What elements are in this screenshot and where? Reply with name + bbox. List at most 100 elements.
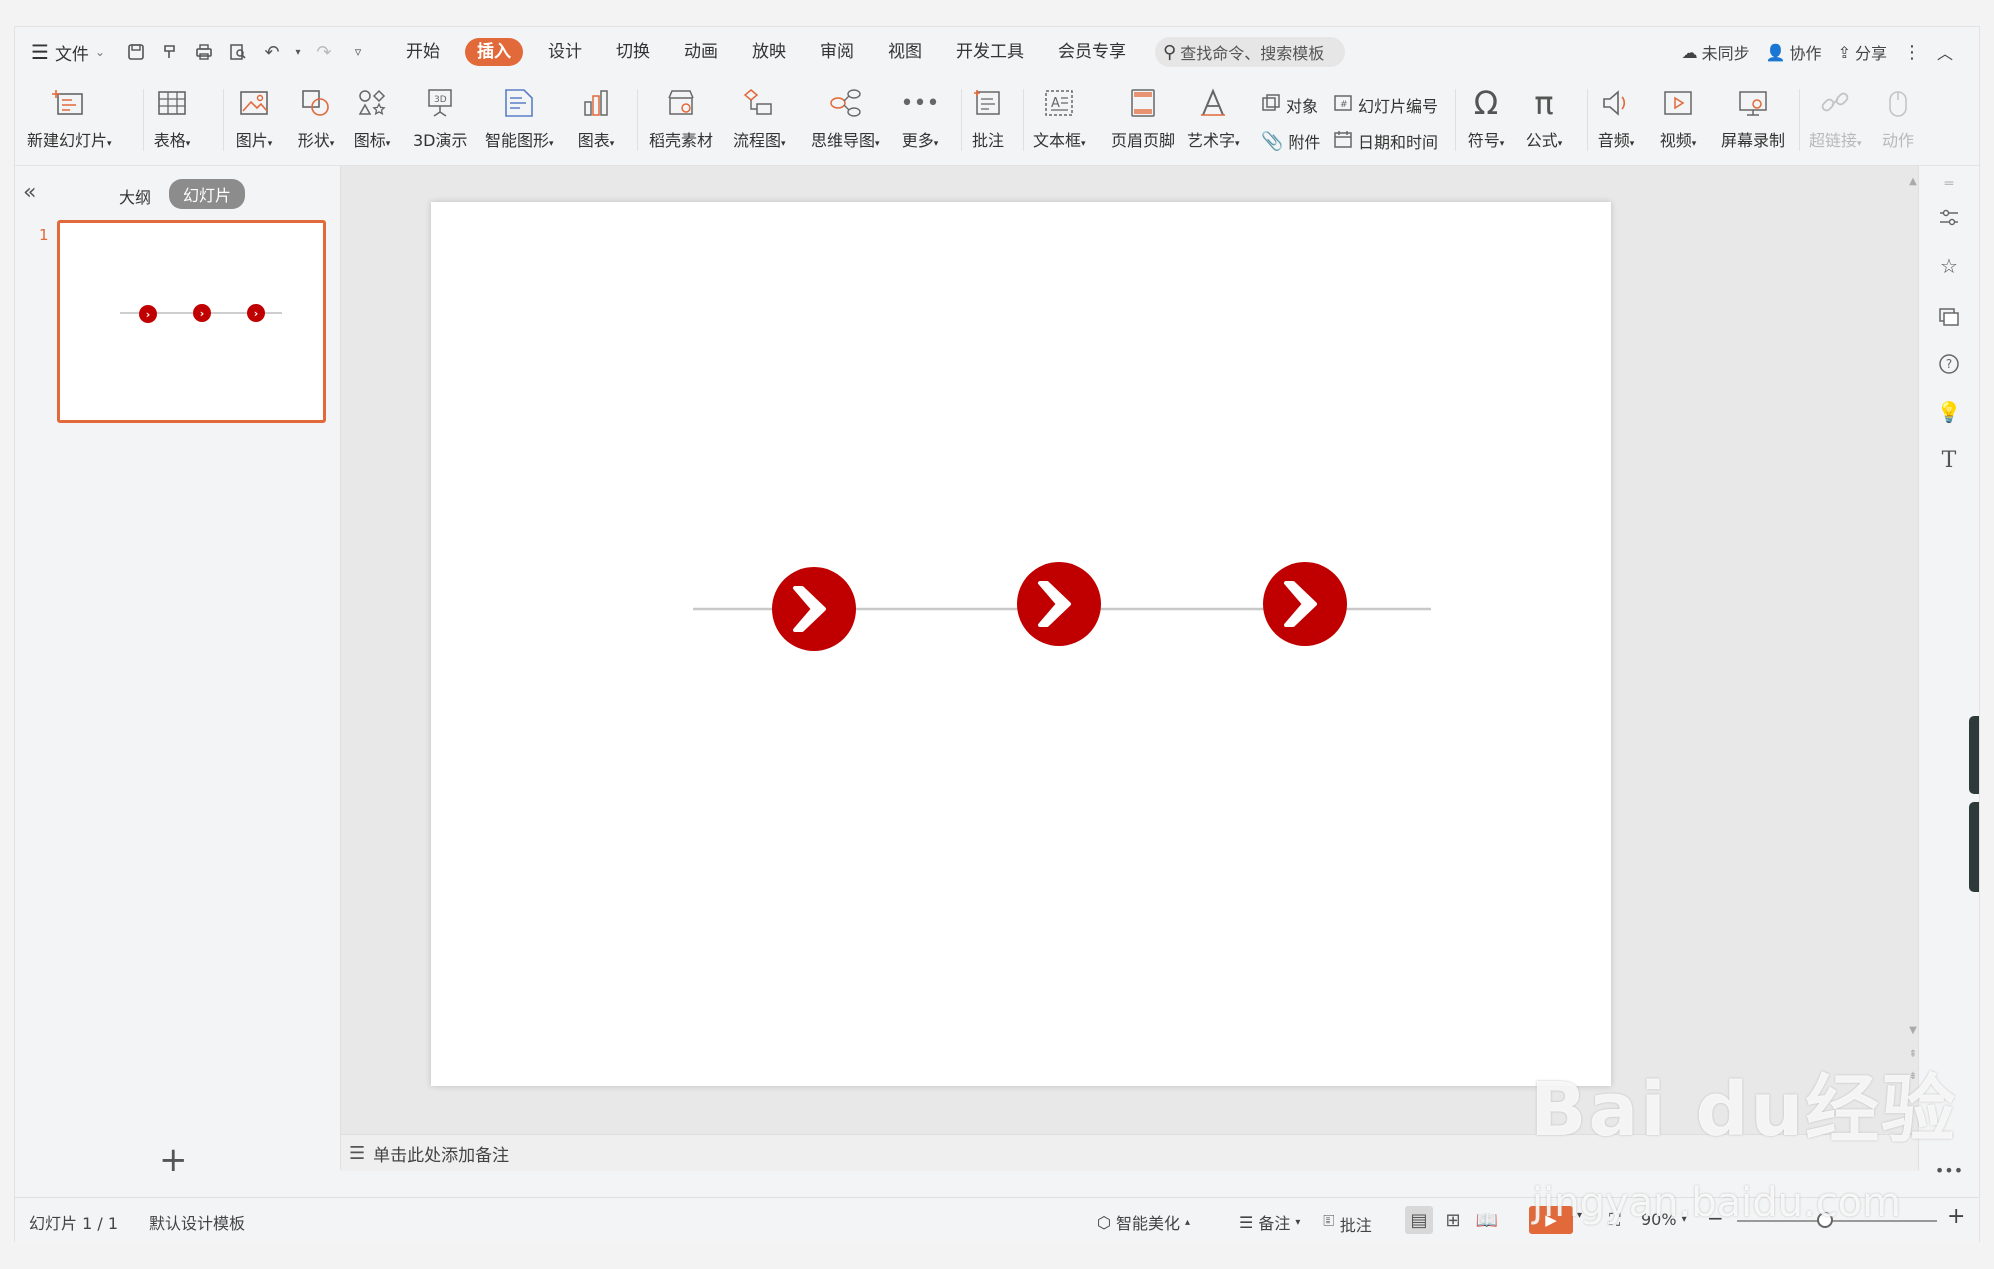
tab-transition[interactable]: 切换 [599,37,667,67]
shape-button[interactable]: 形状▾ [297,83,335,151]
smartart-button[interactable]: 智能图形▾ [485,83,554,151]
tab-review[interactable]: 审阅 [803,37,871,67]
picture-label: 图片 [235,131,268,150]
action-button[interactable]: 动作 [1879,83,1917,151]
tab-slides[interactable]: 幻灯片 [169,179,246,209]
collapse-panel-icon[interactable]: « [23,180,36,205]
collapse-ribbon-icon[interactable]: ︿ [1937,40,1953,64]
video-icon [1659,83,1697,123]
help-icon[interactable]: ? [1935,350,1963,378]
textbox-icon: A [1040,83,1078,123]
tab-animation[interactable]: 动画 [667,37,735,67]
symbol-button[interactable]: Ω 符号▾ [1467,83,1505,151]
tab-insert[interactable]: 插入 [465,38,523,66]
tab-view[interactable]: 视图 [871,37,939,67]
slide-number-icon: # [1333,93,1353,117]
comment-toggle-button[interactable]: 🗉 批注 [1323,1210,1372,1237]
formula-button[interactable]: π 公式▾ [1525,83,1563,151]
hyperlink-button[interactable]: 超链接▾ [1809,83,1862,151]
chevron-down-icon[interactable]: ▾ [293,39,303,65]
header-footer-button[interactable]: 页眉页脚 [1111,83,1175,151]
text-format-icon[interactable]: T [1935,446,1963,474]
tab-outline[interactable]: 大纲 [119,184,151,208]
slide-canvas[interactable] [431,202,1611,1086]
editing-canvas: ▲ ▼ ⇞ ⇟ ☰ 单击此处添加备注 [341,166,1921,1171]
screen-record-button[interactable]: 屏幕录制 [1721,83,1785,151]
zoom-in-button[interactable]: + [1947,1204,1965,1229]
arrow-circle-3[interactable] [1263,562,1347,646]
star-icon[interactable]: ☆ [1935,252,1963,280]
more-button[interactable]: ••• 更多▾ [901,83,940,151]
format-painter-icon[interactable] [157,39,183,65]
picture-button[interactable]: 图片▾ [235,83,273,151]
pi-icon: π [1534,84,1554,122]
icon-button[interactable]: 图标▾ [353,83,391,151]
notes-placeholder: 单击此处添加备注 [373,1145,510,1166]
slide-content [693,562,1431,651]
comment-button[interactable]: 批注 [969,83,1007,151]
new-slide-button[interactable]: 新建幻灯片▾ [27,83,112,151]
audio-button[interactable]: 音频▾ [1597,83,1635,151]
share-button[interactable]: ⇪ 分享 [1838,40,1887,64]
lightbulb-icon[interactable]: 💡 [1935,398,1963,426]
print-preview-icon[interactable] [225,39,251,65]
sync-button[interactable]: ☁ 未同步 [1682,40,1750,64]
table-icon [153,83,191,123]
search-icon: ⚲ [1163,41,1177,63]
omega-icon: Ω [1473,84,1499,122]
picture-icon [235,83,273,123]
slide-thumbnail[interactable]: › › › [57,220,326,423]
video-button[interactable]: 视频▾ [1659,83,1697,151]
normal-view-button[interactable]: ▤ [1405,1206,1433,1234]
textbox-button[interactable]: A 文本框▾ [1033,83,1086,151]
collaborate-button[interactable]: 👤 协作 [1766,40,1822,64]
tab-design[interactable]: 设计 [531,37,599,67]
reading-view-button[interactable]: 📖 [1473,1206,1501,1234]
undo-icon[interactable]: ↶ [259,39,285,65]
object-button[interactable]: 对象 [1261,93,1318,117]
wordart-button[interactable]: 艺术字▾ [1187,83,1240,151]
save-icon[interactable] [123,39,149,65]
slide-sorter-button[interactable]: ⊞ [1439,1206,1467,1234]
attachment-button[interactable]: 📎 附件 [1261,129,1320,153]
properties-icon[interactable] [1935,204,1963,232]
thumb-circle-1: › [139,305,157,323]
drag-handle-icon[interactable]: ═ [1935,170,1963,198]
side-drag-tab-1[interactable] [1969,716,1979,794]
tab-member[interactable]: 会员专享 [1041,37,1143,67]
side-drag-tab-2[interactable] [1969,802,1979,892]
datetime-button[interactable]: 日期和时间 [1333,129,1438,153]
file-menu[interactable]: ☰ 文件 ⌄ [31,37,105,67]
chart-label: 图表 [577,131,610,150]
more-vertical-icon[interactable]: ⋮ [1903,42,1921,63]
notes-toggle-button[interactable]: ☰ 备注 ▾ [1239,1210,1300,1234]
print-icon[interactable] [191,39,217,65]
beautify-button[interactable]: ⬡ 智能美化 ▴ [1097,1210,1190,1234]
3d-demo-button[interactable]: 3D 3D演示 [413,83,468,151]
slide-thumbnail-number: 1 [39,226,49,244]
stock-material-button[interactable]: 稻壳素材 [649,83,713,151]
object-label: 对象 [1286,97,1319,116]
more-horizontal-icon[interactable]: ••• [1935,1156,1963,1184]
redo-icon[interactable]: ↷ [311,39,337,65]
add-slide-button[interactable]: + [159,1143,188,1177]
tab-slideshow[interactable]: 放映 [735,37,803,67]
mindmap-icon [826,83,864,123]
chart-button[interactable]: 图表▾ [577,83,615,151]
flowchart-button[interactable]: 流程图▾ [733,83,786,151]
command-search[interactable]: ⚲ 查找命令、搜索模板 [1155,37,1345,67]
customize-toolbar-icon[interactable]: ▿ [345,39,371,65]
tab-home[interactable]: 开始 [389,37,457,67]
table-button[interactable]: 表格▾ [153,83,191,151]
menu-bar: ☰ 文件 ⌄ ↶ ▾ ↷ ▿ 开始 插入 设计 切换 动画 放映 审阅 视图 开… [15,27,1979,77]
arrow-circle-2[interactable] [1017,562,1101,646]
arrow-circle-1[interactable] [772,567,856,651]
slides-switch-icon[interactable] [1935,302,1963,330]
flowchart-label: 流程图 [733,131,782,150]
3d-demo-label: 3D演示 [413,131,468,150]
mindmap-button[interactable]: 思维导图▾ [811,83,880,151]
thumb-circle-2: › [193,304,211,322]
slide-number-button[interactable]: # 幻灯片编号 [1333,93,1438,117]
template-name[interactable]: 默认设计模板 [149,1210,245,1234]
tab-developer[interactable]: 开发工具 [939,37,1041,67]
